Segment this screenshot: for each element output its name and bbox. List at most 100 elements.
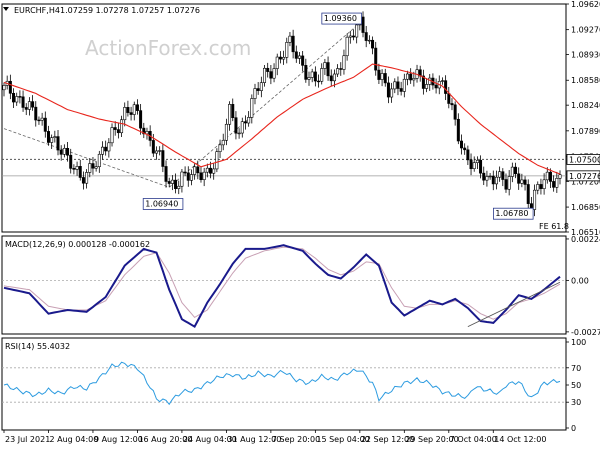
- candle-body: [409, 73, 413, 81]
- candle-body: [545, 171, 549, 181]
- price-tick-label: 1.08930: [571, 51, 600, 60]
- candle-body: [139, 110, 143, 129]
- candle-body: [428, 77, 432, 85]
- candle-body: [479, 159, 483, 174]
- candle-body: [135, 104, 139, 111]
- candle-body: [253, 88, 257, 99]
- candle-body: [250, 98, 254, 118]
- candle-body: [174, 179, 178, 189]
- rsi-tick-label: 70: [571, 364, 581, 373]
- candle-body: [460, 140, 464, 149]
- candle-body: [339, 68, 343, 70]
- candle-body: [21, 96, 25, 108]
- candle-body: [355, 24, 359, 38]
- candle-body: [539, 184, 543, 189]
- candle-body: [294, 51, 298, 59]
- candle-body: [18, 96, 22, 98]
- candle-body: [393, 81, 397, 90]
- candle-body: [27, 101, 31, 110]
- candle-body: [447, 93, 451, 104]
- price-tick-label: 1.09270: [571, 26, 600, 35]
- candle-body: [243, 121, 247, 124]
- candle-body: [456, 118, 460, 142]
- candle-body: [256, 88, 260, 91]
- candle-body: [110, 127, 114, 144]
- candle-body: [412, 78, 416, 81]
- candle-body: [485, 176, 489, 181]
- candle-body: [377, 69, 381, 80]
- candle-body: [240, 121, 244, 134]
- candle-body: [155, 150, 159, 154]
- candle-body: [552, 181, 556, 188]
- candle-body: [386, 82, 390, 98]
- candle-body: [97, 153, 101, 167]
- price-tick-label: 1.08580: [571, 76, 600, 85]
- candle-body: [514, 166, 518, 175]
- candle-body: [374, 47, 378, 71]
- candle-body: [482, 172, 486, 181]
- candle-body: [94, 166, 98, 169]
- candle-body: [161, 150, 165, 167]
- candle-body: [533, 189, 537, 210]
- candle-body: [85, 172, 89, 184]
- candle-body: [336, 68, 340, 75]
- candle-body: [342, 55, 346, 70]
- candle-body: [40, 117, 44, 121]
- right-price-tag-text: 1.07276: [569, 172, 600, 181]
- macd-title: MACD(12,26,9) 0.000128 -0.000162: [5, 240, 150, 249]
- candle-body: [107, 142, 111, 152]
- candle-body: [317, 80, 321, 83]
- candle-body: [212, 168, 216, 174]
- candle-body: [202, 171, 206, 180]
- candle-body: [15, 96, 19, 103]
- candle-body: [297, 55, 301, 59]
- candle-body: [221, 140, 225, 146]
- high-label-1-09360: 1.09360: [321, 12, 362, 25]
- rsi-tick-label: 100: [571, 338, 586, 347]
- candle-body: [523, 179, 527, 185]
- time-tick-label: 23 Jul 2021: [5, 435, 50, 444]
- candle-body: [234, 117, 238, 134]
- price-tick-label: 1.06850: [571, 203, 600, 212]
- candle-body: [307, 77, 311, 80]
- candle-body: [399, 88, 403, 92]
- candle-body: [367, 39, 371, 42]
- candle-body: [8, 80, 12, 94]
- candle-body: [126, 107, 130, 113]
- candle-body: [361, 16, 365, 33]
- candle-body: [209, 167, 213, 174]
- candle-body: [383, 73, 387, 84]
- candle-body: [177, 185, 181, 189]
- candle-body: [320, 68, 324, 82]
- candle-body: [81, 177, 85, 184]
- candle-body: [88, 163, 92, 173]
- low-label-1-06940: 1.06940: [142, 198, 184, 210]
- candle-body: [69, 154, 73, 169]
- candle-body: [345, 36, 349, 57]
- candle-body: [186, 172, 190, 181]
- candle-body: [501, 171, 505, 180]
- candle-body: [43, 117, 47, 132]
- candle-body: [91, 163, 95, 169]
- candle-body: [371, 39, 375, 49]
- candle-body: [313, 71, 317, 82]
- candle-body: [132, 104, 136, 115]
- candle-body: [113, 127, 117, 130]
- candle-body: [548, 171, 552, 182]
- price-tick-label: 1.07890: [571, 127, 600, 136]
- candle-body: [237, 132, 241, 135]
- candle-body: [364, 32, 368, 41]
- candle-body: [129, 112, 133, 115]
- time-tick-label: 2 Aug 04:00: [49, 435, 98, 444]
- candle-body: [215, 151, 219, 170]
- candle-body: [224, 123, 228, 141]
- right-price-tag: 1.07276: [566, 170, 600, 182]
- candle-body: [498, 171, 502, 178]
- candle-body: [453, 104, 457, 120]
- candle-body: [310, 71, 314, 78]
- macd-tick-label: -0.002785: [571, 328, 600, 337]
- candle-body: [425, 84, 429, 89]
- watermark: ActionForex.com: [85, 36, 251, 60]
- candle-body: [463, 147, 467, 151]
- candle-body: [542, 179, 546, 189]
